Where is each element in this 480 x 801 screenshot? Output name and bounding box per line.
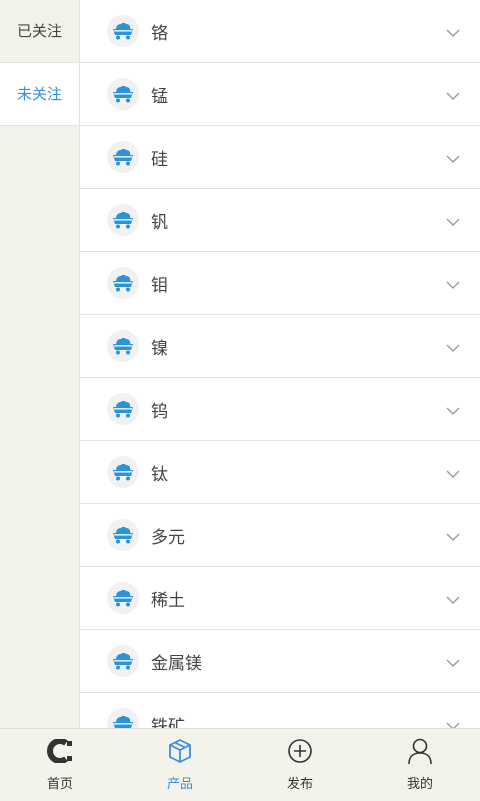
list-item-label: 铬 <box>151 23 168 44</box>
list-item[interactable]: 钼 <box>80 252 480 315</box>
list-item-label: 镍 <box>151 338 168 359</box>
list-item[interactable]: 铬 <box>80 0 480 63</box>
list-item-label: 锰 <box>151 86 168 107</box>
mining-cart-icon <box>107 393 139 425</box>
tab-home[interactable]: 首页 <box>0 729 120 801</box>
chevron-down-icon[interactable] <box>446 23 460 42</box>
list-item-label: 金属镁 <box>151 653 202 674</box>
mining-cart-icon <box>107 456 139 488</box>
sidebar-tab-unfollowed[interactable]: 未关注 <box>0 63 79 126</box>
tab-publish-label: 发布 <box>286 777 313 792</box>
mining-cart-icon <box>107 708 139 728</box>
list-item[interactable]: 钨 <box>80 378 480 441</box>
tab-mine[interactable]: 我的 <box>360 729 480 801</box>
list-item[interactable]: 钒 <box>80 189 480 252</box>
mining-cart-icon <box>107 582 139 614</box>
chevron-down-icon[interactable] <box>446 401 460 420</box>
chevron-down-icon[interactable] <box>446 212 460 231</box>
sidebar: 已关注 未关注 <box>0 0 80 728</box>
chevron-down-icon[interactable] <box>446 653 460 672</box>
list-item[interactable]: 铁矿 <box>80 693 480 728</box>
list-item[interactable]: 稀土 <box>80 567 480 630</box>
mining-cart-icon <box>107 15 139 47</box>
mining-cart-icon <box>107 141 139 173</box>
mining-cart-icon <box>107 267 139 299</box>
mining-cart-icon <box>107 204 139 236</box>
chevron-down-icon[interactable] <box>446 338 460 357</box>
tab-mine-label: 我的 <box>406 777 433 792</box>
chevron-down-icon[interactable] <box>446 275 460 294</box>
mining-cart-icon <box>107 645 139 677</box>
tab-products-label: 产品 <box>166 777 193 792</box>
chevron-down-icon[interactable] <box>446 86 460 105</box>
list-item-label: 多元 <box>151 527 185 548</box>
mining-cart-icon <box>107 519 139 551</box>
tab-home-label: 首页 <box>46 777 73 792</box>
list-item-label: 钒 <box>151 212 168 233</box>
list-item-label: 稀土 <box>151 590 185 611</box>
chevron-down-icon[interactable] <box>446 527 460 546</box>
list-item-label: 钼 <box>151 275 168 296</box>
user-icon <box>407 737 433 765</box>
chevron-down-icon[interactable] <box>446 149 460 168</box>
list-item[interactable]: 硅 <box>80 126 480 189</box>
list-item[interactable]: 镍 <box>80 315 480 378</box>
add-circle-icon <box>287 737 313 765</box>
bottom-tab-bar: 首页 产品 发布 我的 <box>0 728 480 801</box>
home-logo-icon <box>46 737 74 765</box>
tab-products[interactable]: 产品 <box>120 729 240 801</box>
mining-cart-icon <box>107 78 139 110</box>
chevron-down-icon[interactable] <box>446 590 460 609</box>
chevron-down-icon[interactable] <box>446 716 460 728</box>
cube-icon <box>167 737 193 765</box>
list-item[interactable]: 锰 <box>80 63 480 126</box>
list-item[interactable]: 金属镁 <box>80 630 480 693</box>
tab-publish[interactable]: 发布 <box>240 729 360 801</box>
list-item-label: 铁矿 <box>151 716 185 729</box>
mining-cart-icon <box>107 330 139 362</box>
list-item[interactable]: 钛 <box>80 441 480 504</box>
list-item-label: 硅 <box>151 149 168 170</box>
list-item-label: 钛 <box>151 464 168 485</box>
sidebar-tab-followed[interactable]: 已关注 <box>0 0 79 63</box>
chevron-down-icon[interactable] <box>446 464 460 483</box>
product-list: 铬锰硅钒钼镍钨钛多元稀土金属镁铁矿 <box>80 0 480 728</box>
list-item-label: 钨 <box>151 401 168 422</box>
list-item[interactable]: 多元 <box>80 504 480 567</box>
